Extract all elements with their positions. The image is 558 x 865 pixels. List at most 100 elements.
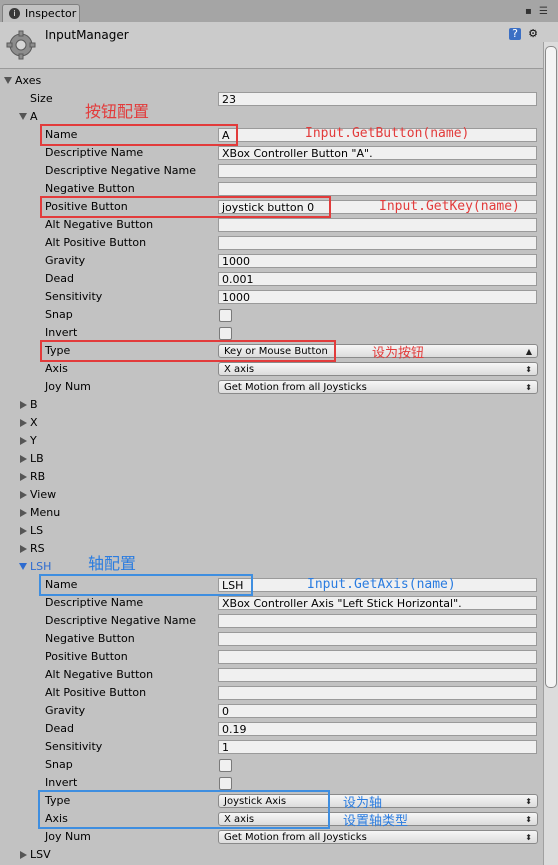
gear-icon[interactable]: ⚙ (527, 28, 539, 40)
lsh-alt-negative-button-field[interactable] (218, 668, 537, 682)
a-sensitivity-field[interactable]: 1000 (218, 290, 537, 304)
a-alt-negative-button-field[interactable] (218, 218, 537, 232)
a-axis-value: X axis (224, 364, 255, 375)
annotation-set-axis-type: 设置轴类型 (343, 814, 409, 829)
lsh-negative-button-field[interactable] (218, 632, 537, 646)
lsh-dead-field[interactable]: 0.19 (218, 722, 537, 736)
a-descriptive-name-field[interactable]: XBox Controller Button "A". (218, 146, 537, 160)
axis-x-label[interactable]: X (30, 414, 38, 432)
lsh-descriptive-negative-name-label: Descriptive Negative Name (45, 614, 197, 627)
inspector-header: InputManager ? ⚙ (0, 22, 558, 69)
menu-foldout-arrow-icon[interactable] (20, 509, 27, 517)
axis-y-label[interactable]: Y (30, 432, 37, 450)
dropdown-arrow-icon: ⬍ (525, 815, 532, 824)
a-descriptive-negative-name-field[interactable] (218, 164, 537, 178)
a-dead-field[interactable]: 0.001 (218, 272, 537, 286)
lsh-descriptive-name-field[interactable]: XBox Controller Axis "Left Stick Horizon… (218, 596, 537, 610)
scrollbar-thumb[interactable] (545, 46, 557, 688)
view-foldout-arrow-icon[interactable] (20, 491, 27, 499)
rs-foldout-arrow-icon[interactable] (20, 545, 27, 553)
ls-foldout-arrow-icon[interactable] (20, 527, 27, 535)
x-foldout-arrow-icon[interactable] (20, 419, 27, 427)
annotation-get-button: Input.GetButton(name) (305, 126, 470, 141)
menu-icon[interactable]: ☰ (539, 6, 548, 17)
lsh-dead-label: Dead (45, 722, 74, 735)
lsh-negative-button-label: Negative Button (45, 632, 135, 645)
size-field[interactable]: 23 (218, 92, 537, 106)
annotation-axis-config: 轴配置 (88, 554, 137, 573)
a-descriptive-name-label: Descriptive Name (45, 146, 144, 159)
tab-inspector[interactable]: i Inspector (2, 4, 80, 23)
lsh-snap-checkbox[interactable] (219, 759, 232, 772)
lsh-positive-button-field[interactable] (218, 650, 537, 664)
lsh-alt-positive-button-field[interactable] (218, 686, 537, 700)
a-axis-label: Axis (45, 362, 68, 375)
a-snap-checkbox[interactable] (219, 309, 232, 322)
axis-rb-label[interactable]: RB (30, 468, 45, 486)
annotation-type-axis-box (38, 790, 330, 829)
axis-lb-label[interactable]: LB (30, 450, 44, 468)
lb-foldout-arrow-icon[interactable] (20, 455, 27, 463)
a-alt-positive-button-field[interactable] (218, 236, 537, 250)
inspector-icon: i (9, 8, 20, 19)
a-foldout-arrow-icon[interactable] (19, 113, 27, 120)
annotation-set-as-axis: 设为轴 (343, 796, 383, 811)
lsh-foldout-arrow-icon[interactable] (19, 563, 27, 570)
size-label: Size (30, 92, 53, 105)
input-manager-gear-icon (6, 30, 36, 60)
dropdown-arrow-icon: ⬍ (525, 797, 532, 806)
axis-b-label[interactable]: B (30, 396, 38, 414)
axis-a-label: A (30, 110, 38, 123)
dropdown-arrow-icon: ⬍ (525, 833, 532, 842)
lsh-sensitivity-label: Sensitivity (45, 740, 103, 753)
a-axis-dropdown[interactable]: X axis ⬍ (218, 362, 538, 376)
a-sensitivity-label: Sensitivity (45, 290, 103, 303)
dropdown-arrow-icon: ▲ (525, 347, 532, 356)
b-foldout-arrow-icon[interactable] (20, 401, 27, 409)
axis-view-label[interactable]: View (30, 486, 56, 504)
lsh-invert-checkbox[interactable] (219, 777, 232, 790)
lsh-descriptive-negative-name-field[interactable] (218, 614, 537, 628)
lsv-foldout-arrow-icon[interactable] (20, 851, 27, 859)
a-gravity-label: Gravity (45, 254, 86, 267)
annotation-type-box (40, 340, 336, 362)
lsh-snap-label: Snap (45, 758, 73, 771)
lsh-alt-negative-button-label: Alt Negative Button (45, 668, 154, 681)
a-joy-num-label: Joy Num (45, 380, 91, 393)
annotation-get-key: Input.GetKey(name) (379, 199, 520, 214)
lsh-alt-positive-button-label: Alt Positive Button (45, 686, 147, 699)
axis-ls-label[interactable]: LS (30, 522, 43, 540)
annotation-set-as-button: 设为按钮 (372, 346, 425, 361)
axis-menu-label[interactable]: Menu (30, 504, 60, 522)
lsh-descriptive-name-label: Descriptive Name (45, 596, 144, 609)
annotation-lsh-name-box (39, 574, 253, 596)
axes-label: Axes (15, 74, 42, 87)
axis-rs-label[interactable]: RS (30, 540, 45, 558)
lsh-gravity-label: Gravity (45, 704, 86, 717)
lsh-joy-num-value: Get Motion from all Joysticks (224, 832, 367, 843)
lsh-gravity-field[interactable]: 0 (218, 704, 537, 718)
lsh-joy-num-label: Joy Num (45, 830, 91, 843)
tab-bar: i Inspector ▪ ☰ (0, 0, 558, 23)
lsh-sensitivity-field[interactable]: 1 (218, 740, 537, 754)
axes-foldout-arrow-icon[interactable] (4, 77, 12, 84)
page-title: InputManager (45, 28, 129, 42)
lsh-positive-button-label: Positive Button (45, 650, 128, 663)
lock-icon[interactable]: ▪ (525, 6, 532, 17)
help-book-icon[interactable]: ? (509, 28, 521, 40)
a-invert-checkbox[interactable] (219, 327, 232, 340)
a-joy-num-value: Get Motion from all Joysticks (224, 382, 367, 393)
a-dead-label: Dead (45, 272, 74, 285)
tab-label: Inspector (25, 7, 77, 20)
a-alt-positive-button-label: Alt Positive Button (45, 236, 147, 249)
a-negative-button-field[interactable] (218, 182, 537, 196)
annotation-button-config: 按钮配置 (85, 102, 150, 121)
annotation-get-axis: Input.GetAxis(name) (307, 577, 456, 592)
a-descriptive-negative-name-label: Descriptive Negative Name (45, 164, 197, 177)
rb-foldout-arrow-icon[interactable] (20, 473, 27, 481)
axis-lsv-label[interactable]: LSV (30, 846, 51, 864)
a-gravity-field[interactable]: 1000 (218, 254, 537, 268)
lsh-joy-num-dropdown[interactable]: Get Motion from all Joysticks ⬍ (218, 830, 538, 844)
a-joy-num-dropdown[interactable]: Get Motion from all Joysticks ⬍ (218, 380, 538, 394)
y-foldout-arrow-icon[interactable] (20, 437, 27, 445)
